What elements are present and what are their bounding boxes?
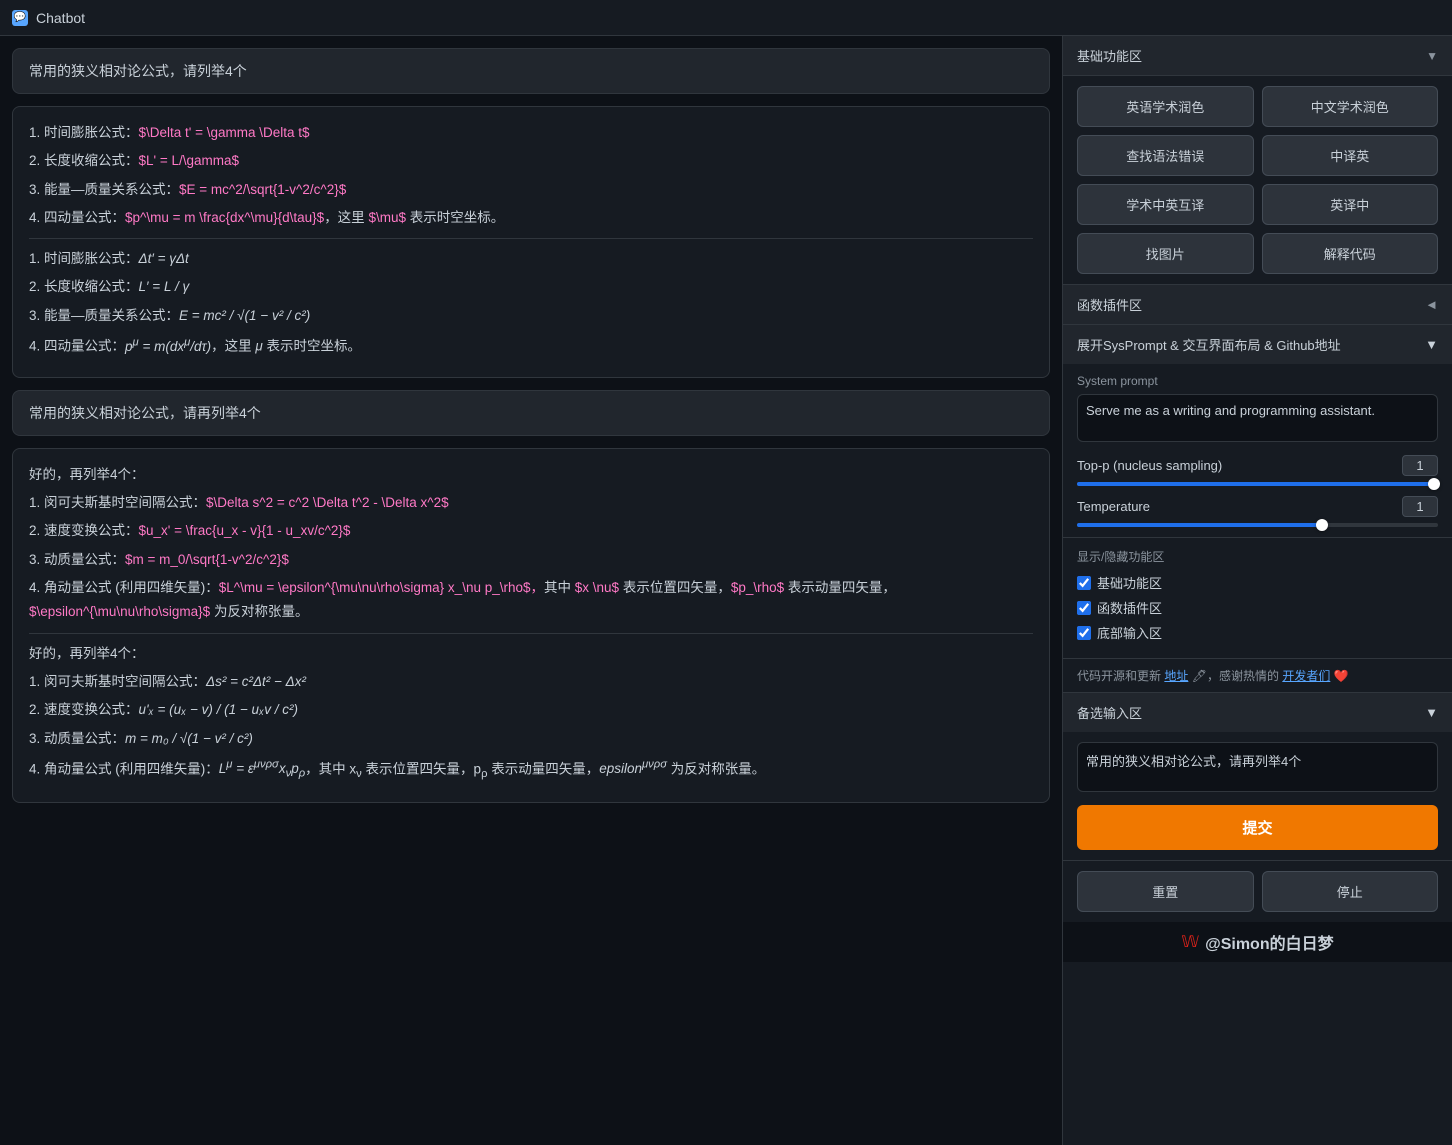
user-message-1: 常用的狭义相对论公式，请列举4个 [12, 48, 1050, 94]
temperature-value: 1 [1402, 496, 1438, 517]
r2-rendered-intro: 好的，再列举4个： [29, 642, 1033, 666]
contributors-link[interactable]: 开发者们 [1282, 669, 1330, 683]
btn-find-image[interactable]: 找图片 [1077, 233, 1254, 274]
sysprompt-header-arrow: ▼ [1425, 337, 1438, 352]
system-prompt-label: System prompt [1077, 374, 1438, 388]
checkbox-bottom[interactable] [1077, 626, 1091, 640]
sysprompt-header[interactable]: 展开SysPrompt & 交互界面布局 & Github地址 ▼ [1063, 325, 1452, 364]
r2-rendered-3: 3. 动质量公式：m = m₀ / √(1 − v² / c²) [29, 727, 1033, 751]
backup-header-arrow: ▼ [1425, 705, 1438, 720]
user-message-1-text: 常用的狭义相对论公式，请列举4个 [29, 63, 247, 79]
top-p-row: Top-p (nucleus sampling) 1 [1077, 455, 1438, 476]
system-prompt-input[interactable]: Serve me as a writing and programming as… [1077, 394, 1438, 442]
basic-section-label: 基础功能区 [1077, 46, 1142, 65]
temperature-row: Temperature 1 [1077, 496, 1438, 517]
latex-item-2: 2. 长度收缩公式：$L' = L/\gamma$ [29, 149, 1033, 173]
basic-section-arrow: ▼ [1426, 49, 1438, 63]
temperature-label: Temperature [1077, 499, 1150, 514]
btn-explain-code[interactable]: 解释代码 [1262, 233, 1439, 274]
backup-section: 备选输入区 ▼ 常用的狭义相对论公式，请再列举4个 提交 [1063, 693, 1452, 861]
btn-grammar[interactable]: 查找语法错误 [1077, 135, 1254, 176]
latex-item-1: 1. 时间膨胀公式：$\Delta t' = \gamma \Delta t$ [29, 121, 1033, 145]
btn-zh-to-en[interactable]: 中译英 [1262, 135, 1439, 176]
watermark-text: @Simon的白日梦 [1205, 930, 1334, 954]
reset-button[interactable]: 重置 [1077, 871, 1254, 912]
stop-button[interactable]: 停止 [1262, 871, 1439, 912]
checkbox-basic[interactable] [1077, 576, 1091, 590]
plugin-section-header[interactable]: 函数插件区 ◄ [1063, 285, 1452, 325]
rendered-item-3: 3. 能量—质量关系公式：E = mc² / √(1 − v² / c²) [29, 304, 1033, 328]
btn-academic-translate[interactable]: 学术中英互译 [1077, 184, 1254, 225]
source-suffix: 🖊，感谢热情的 [1192, 669, 1279, 683]
app-icon: 💬 [12, 10, 28, 26]
source-heart: ❤️ [1334, 669, 1349, 683]
btn-zh-polish[interactable]: 中文学术润色 [1262, 86, 1439, 127]
latex2-item-1: 1. 闵可夫斯基时空间隔公式：$\Delta s^2 = c^2 \Delta … [29, 491, 1033, 515]
top-p-slider-fill [1077, 482, 1438, 486]
temperature-slider-fill [1077, 523, 1322, 527]
top-p-slider-track[interactable] [1077, 482, 1438, 486]
source-row: 代码开源和更新 地址 🖊，感谢热情的 开发者们 ❤️ [1063, 659, 1452, 693]
checkbox-plugin-label: 函数插件区 [1097, 598, 1162, 617]
main-layout: 常用的狭义相对论公式，请列举4个 1. 时间膨胀公式：$\Delta t' = … [0, 36, 1452, 1145]
chat-panel: 常用的狭义相对论公式，请列举4个 1. 时间膨胀公式：$\Delta t' = … [0, 36, 1062, 1145]
checkbox-plugin[interactable] [1077, 601, 1091, 615]
source-prefix: 代码开源和更新 [1077, 669, 1161, 683]
temperature-slider-track[interactable] [1077, 523, 1438, 527]
top-p-value: 1 [1402, 455, 1438, 476]
separator2 [29, 633, 1033, 634]
sidebar: 基础功能区 ▼ 英语学术润色 中文学术润色 查找语法错误 中译英 学术中英互译 … [1062, 36, 1452, 1145]
display-section: 显示/隐藏功能区 基础功能区 函数插件区 底部输入区 [1063, 538, 1452, 659]
user-message-2: 常用的狭义相对论公式，请再列举4个 [12, 390, 1050, 436]
backup-header-label: 备选输入区 [1077, 703, 1142, 722]
latex-item-4: 4. 四动量公式：$p^\mu = m \frac{dx^\mu}{d\tau}… [29, 206, 1033, 230]
app-title: Chatbot [36, 10, 85, 26]
checkbox-row-plugin: 函数插件区 [1077, 598, 1438, 617]
basic-btn-grid: 英语学术润色 中文学术润色 查找语法错误 中译英 学术中英互译 英译中 找图片 … [1063, 76, 1452, 285]
top-p-label: Top-p (nucleus sampling) [1077, 458, 1222, 473]
latex-item-3: 3. 能量—质量关系公式：$E = mc^2/\sqrt{1-v^2/c^2}$ [29, 178, 1033, 202]
r2-rendered-2: 2. 速度变换公式：u'ₓ = (uₓ − v) / (1 − uₓv / c²… [29, 698, 1033, 722]
app-header: 💬 Chatbot [0, 0, 1452, 36]
latex2-item-4: 4. 角动量公式 (利用四维矢量)：$L^\mu = \epsilon^{\mu… [29, 576, 1033, 625]
latex2-item-2: 2. 速度变换公式：$u_x' = \frac{u_x - v}{1 - u_x… [29, 519, 1033, 543]
r2-rendered-4: 4. 角动量公式 (利用四维矢量)：Lμ = εμνρσxνpρ，其中 xν 表… [29, 755, 1033, 784]
rendered-item-1: 1. 时间膨胀公式：Δt′ = γΔt [29, 247, 1033, 271]
plugin-section-arrow: ◄ [1425, 297, 1438, 312]
user-message-2-text: 常用的狭义相对论公式，请再列举4个 [29, 405, 261, 421]
btn-en-to-zh[interactable]: 英译中 [1262, 184, 1439, 225]
top-p-slider-thumb[interactable] [1428, 478, 1440, 490]
submit-button[interactable]: 提交 [1077, 805, 1438, 850]
rendered-item-2: 2. 长度收缩公式：L′ = L / γ [29, 275, 1033, 299]
weibo-icon: 𝕎 [1181, 932, 1199, 952]
checkbox-row-bottom: 底部输入区 [1077, 623, 1438, 642]
sysprompt-section: 展开SysPrompt & 交互界面布局 & Github地址 ▼ System… [1063, 325, 1452, 538]
latex2-item-3: 3. 动质量公式：$m = m_0/\sqrt{1-v^2/c^2}$ [29, 548, 1033, 572]
checkbox-basic-label: 基础功能区 [1097, 573, 1162, 592]
r2-rendered-1: 1. 闵可夫斯基时空间隔公式：Δs² = c²Δt² − Δx² [29, 670, 1033, 694]
separator [29, 238, 1033, 239]
btn-en-polish[interactable]: 英语学术润色 [1077, 86, 1254, 127]
watermark-area: 𝕎 @Simon的白日梦 [1063, 922, 1452, 962]
backup-textarea[interactable]: 常用的狭义相对论公式，请再列举4个 [1077, 742, 1438, 792]
bottom-row: 重置 停止 [1063, 861, 1452, 922]
temperature-slider-thumb[interactable] [1316, 519, 1328, 531]
plugin-section-label: 函数插件区 [1077, 295, 1142, 314]
backup-header[interactable]: 备选输入区 ▼ [1063, 693, 1452, 732]
sysprompt-header-label: 展开SysPrompt & 交互界面布局 & Github地址 [1077, 335, 1341, 354]
assistant-message-2: 好的，再列举4个： 1. 闵可夫斯基时空间隔公式：$\Delta s^2 = c… [12, 448, 1050, 803]
rendered-item-4: 4. 四动量公式：pμ = m(dxμ/dτ)，这里 μ 表示时空坐标。 [29, 332, 1033, 359]
basic-section-header[interactable]: 基础功能区 ▼ [1063, 36, 1452, 76]
response2-intro: 好的，再列举4个： [29, 463, 1033, 487]
checkbox-bottom-label: 底部输入区 [1097, 623, 1162, 642]
assistant-message-1: 1. 时间膨胀公式：$\Delta t' = \gamma \Delta t$ … [12, 106, 1050, 378]
backup-body: 常用的狭义相对论公式，请再列举4个 提交 [1063, 732, 1452, 860]
checkbox-row-basic: 基础功能区 [1077, 573, 1438, 592]
source-link[interactable]: 地址 [1164, 669, 1188, 683]
sysprompt-body: System prompt Serve me as a writing and … [1063, 364, 1452, 537]
display-section-label: 显示/隐藏功能区 [1077, 548, 1438, 565]
